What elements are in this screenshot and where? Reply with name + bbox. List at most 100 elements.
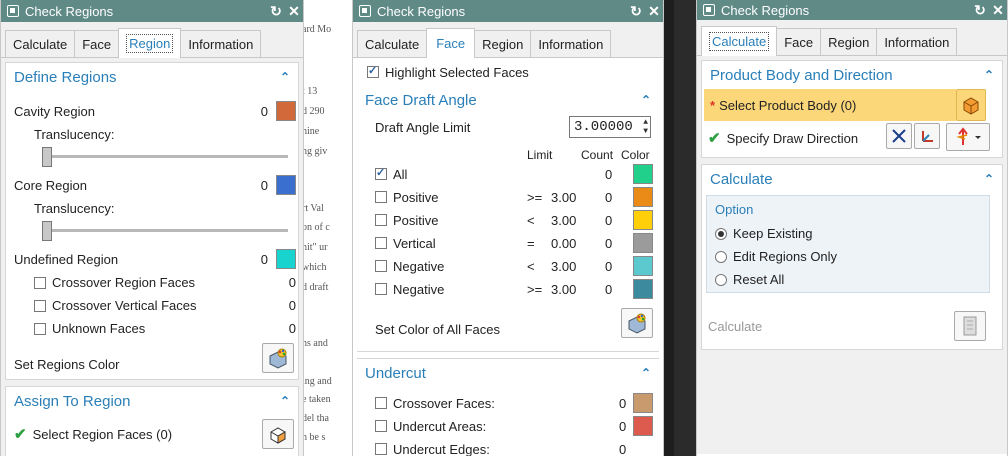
highlight-faces-checkbox[interactable]	[367, 64, 379, 78]
tab-calculate[interactable]: Calculate	[357, 30, 428, 57]
calculate-option-radio[interactable]: Edit Regions Only	[715, 249, 837, 264]
dialog-titlebar: Check Regions ↻ ✕	[697, 0, 1007, 20]
define-regions-header[interactable]: Define Regions ⌃	[6, 63, 298, 91]
tab-information[interactable]: Information	[180, 30, 262, 57]
undercut-row-count: 0	[619, 418, 627, 434]
undercut-row-color-swatch[interactable]	[633, 393, 653, 413]
csys-button[interactable]	[914, 123, 940, 149]
cavity-translucency-slider[interactable]	[46, 155, 288, 158]
draft-row-checkbox[interactable]	[375, 260, 387, 272]
undercut-row-checkbox[interactable]	[375, 443, 387, 455]
doc-line: d 290	[302, 106, 325, 117]
close-icon[interactable]: ✕	[989, 2, 1007, 19]
radio-button[interactable]	[715, 250, 727, 263]
close-icon[interactable]: ✕	[645, 3, 663, 20]
undercut-row-label: Crossover Faces:	[393, 395, 495, 411]
tab-region[interactable]: Region	[118, 28, 182, 58]
tab-calculate[interactable]: Calculate	[701, 26, 778, 56]
option-box: Option Keep Existing Edit Regions Only Res…	[706, 195, 990, 293]
select-body-button[interactable]	[956, 89, 986, 121]
assign-to-region-header[interactable]: Assign To Region ⌃	[6, 387, 298, 415]
product-body-header[interactable]: Product Body and Direction ⌃	[702, 61, 1002, 89]
face-draft-angle-header[interactable]: Face Draft Angle ⌃	[357, 86, 659, 114]
set-regions-color-button[interactable]	[262, 343, 294, 373]
palette-icon	[628, 313, 646, 334]
highlight-selected-faces-row[interactable]: Highlight Selected Faces	[357, 58, 659, 86]
draft-row-color-swatch[interactable]	[633, 164, 653, 184]
collapse-icon: ⌃	[279, 394, 290, 408]
set-color-all-faces-button[interactable]	[621, 308, 653, 338]
draft-row-count: 0	[605, 189, 613, 205]
radio-button[interactable]	[715, 227, 727, 240]
slider-thumb[interactable]	[42, 221, 52, 241]
check-regions-dialog-face: Check Regions ↻ ✕ Calculate Face Region …	[352, 0, 664, 456]
doc-line: nit" ur	[302, 242, 328, 253]
draft-row-checkbox[interactable]	[375, 191, 387, 203]
tab-information[interactable]: Information	[530, 30, 612, 57]
undercut-header[interactable]: Undercut ⌃	[357, 359, 659, 387]
background-document: ard Mo t 13 d 290 hine ng giv rt Val on …	[300, 0, 352, 456]
undercut-row-checkbox[interactable]	[375, 420, 387, 432]
draft-row-count: 0	[605, 281, 613, 297]
collapse-icon: ⌃	[983, 68, 994, 82]
define-regions-group: Define Regions ⌃ Cavity Region 0 Transluc…	[5, 62, 299, 380]
draft-angle-limit-label: Draft Angle Limit	[375, 120, 471, 135]
tab-face[interactable]: Face	[74, 30, 120, 57]
product-body-direction-group: Product Body and Direction ⌃ * Select Pro…	[701, 60, 1003, 158]
draft-row-checkbox[interactable]	[375, 214, 387, 226]
translucency-label: Translucency:	[34, 201, 115, 216]
check-regions-dialog-region: Check Regions ↻ ✕ Calculate Face Region …	[0, 0, 304, 456]
doc-line: t 13	[302, 86, 318, 97]
undefined-region-count: 0	[260, 251, 268, 267]
select-product-body-row[interactable]: * Select Product Body (0)	[704, 89, 956, 121]
specify-draw-direction-row[interactable]: ✔ Specify Draw Direction	[708, 129, 858, 147]
draft-row-color-swatch[interactable]	[633, 187, 653, 207]
undercut-row-color-swatch[interactable]	[633, 416, 653, 436]
calculate-option-label: Reset All	[733, 272, 785, 287]
select-faces-button[interactable]	[262, 419, 294, 449]
select-region-faces-label: Select Region Faces (0)	[32, 426, 173, 442]
reset-icon[interactable]: ↻	[267, 3, 285, 20]
calculate-header[interactable]: Calculate ⌃	[702, 165, 1002, 193]
calculate-option-radio[interactable]: Reset All	[715, 272, 784, 287]
unknown-faces-checkbox[interactable]	[34, 322, 46, 335]
undercut-row-checkbox[interactable]	[375, 397, 387, 409]
select-region-faces-row[interactable]: ✔ Select Region Faces (0)	[14, 425, 172, 443]
draft-row-color-swatch[interactable]	[633, 233, 653, 253]
draft-row-color-swatch[interactable]	[633, 279, 653, 299]
core-color-swatch[interactable]	[276, 175, 296, 195]
tab-region[interactable]: Region	[820, 28, 878, 55]
tab-information[interactable]: Information	[876, 28, 958, 55]
draft-row-checkbox[interactable]	[375, 283, 387, 295]
reset-icon[interactable]: ↻	[971, 2, 989, 19]
collapse-icon: ⌃	[640, 93, 651, 107]
crossover-region-checkbox[interactable]	[34, 276, 46, 289]
draft-row-checkbox[interactable]	[375, 237, 387, 249]
draft-angle-limit-input[interactable]: 3.00000 ▲ ▼	[569, 116, 651, 138]
doc-line: del tha	[302, 413, 329, 424]
draft-row-operator: <	[527, 212, 535, 228]
undefined-color-swatch[interactable]	[276, 249, 296, 269]
tab-calculate[interactable]: Calculate	[5, 30, 76, 57]
slider-thumb[interactable]	[42, 147, 52, 167]
cavity-color-swatch[interactable]	[276, 101, 296, 121]
tab-region[interactable]: Region	[474, 30, 532, 57]
core-translucency-slider[interactable]	[46, 229, 288, 232]
vector-dropdown-button[interactable]	[946, 123, 990, 151]
calculate-option-radio[interactable]: Keep Existing	[715, 226, 813, 241]
reverse-direction-button[interactable]	[886, 123, 912, 149]
radio-button[interactable]	[715, 273, 727, 286]
close-icon[interactable]: ✕	[285, 3, 303, 20]
draft-row-color-swatch[interactable]	[633, 256, 653, 276]
reset-icon[interactable]: ↻	[627, 3, 645, 20]
crossover-vertical-faces-row: Crossover Vertical Faces 0	[34, 298, 296, 313]
draft-row-checkbox[interactable]	[375, 166, 387, 180]
undercut-row-label: Undercut Edges:	[393, 441, 490, 456]
draft-row-color-swatch[interactable]	[633, 210, 653, 230]
tab-face[interactable]: Face	[426, 28, 476, 58]
core-region-label: Core Region	[14, 177, 87, 193]
crossover-vertical-checkbox[interactable]	[34, 299, 46, 312]
draft-row-value: 0.00	[551, 235, 577, 251]
tab-face[interactable]: Face	[776, 28, 822, 55]
calculate-button[interactable]	[954, 311, 986, 341]
